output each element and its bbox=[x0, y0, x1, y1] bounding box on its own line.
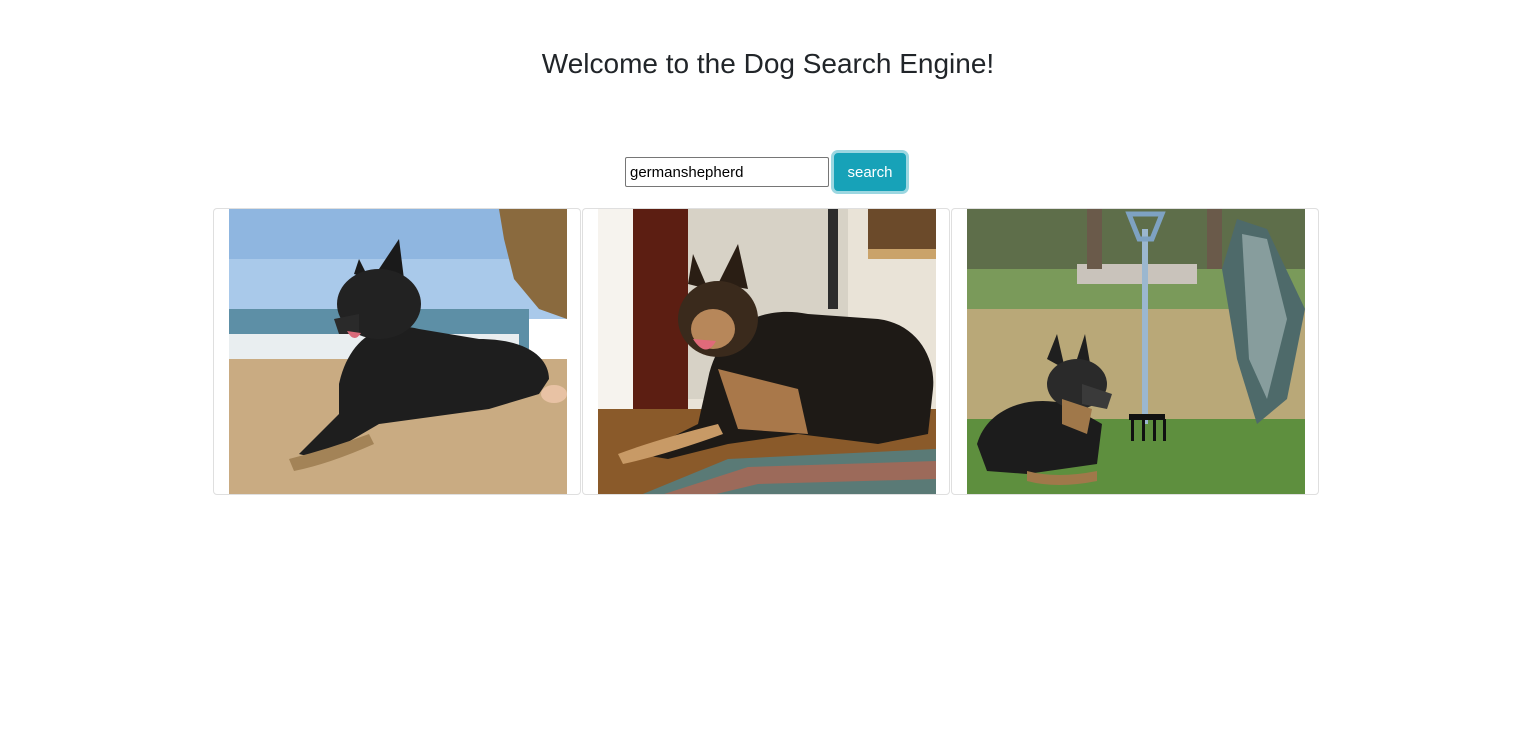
result-card[interactable] bbox=[951, 208, 1319, 495]
search-bar: search bbox=[625, 153, 906, 191]
result-card[interactable] bbox=[582, 208, 950, 495]
results-grid bbox=[213, 208, 1319, 495]
search-button[interactable]: search bbox=[834, 153, 906, 191]
dog-photo[interactable] bbox=[598, 209, 936, 495]
dog-photo[interactable] bbox=[967, 209, 1305, 495]
result-card[interactable] bbox=[213, 208, 581, 495]
search-input[interactable] bbox=[625, 157, 829, 187]
page-title: Welcome to the Dog Search Engine! bbox=[541, 48, 995, 79]
dog-photo[interactable] bbox=[229, 209, 567, 495]
